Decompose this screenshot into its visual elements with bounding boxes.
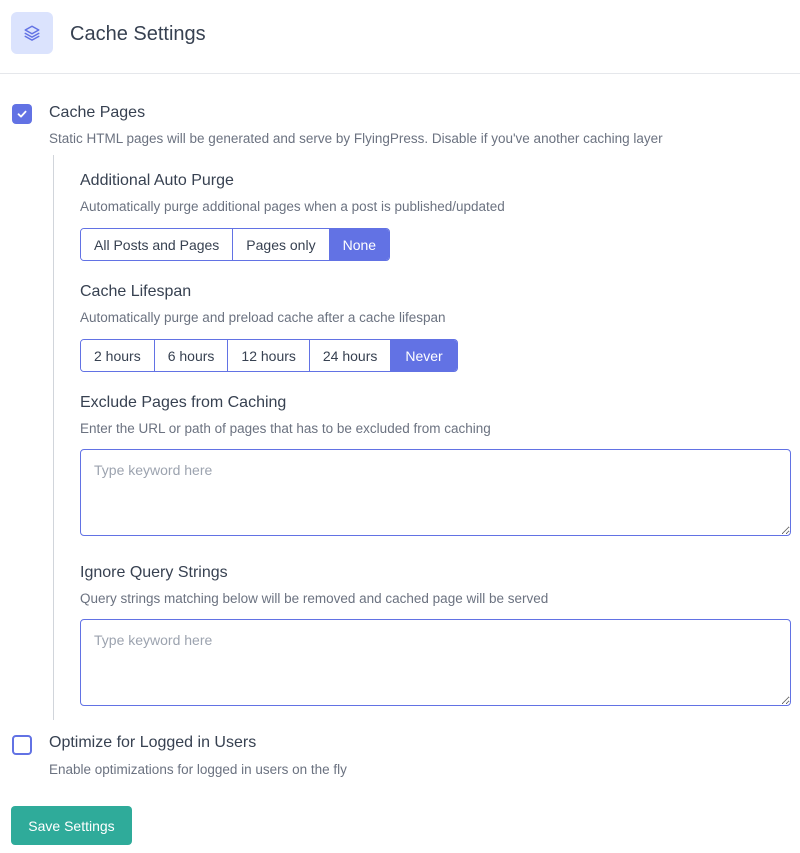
ignore-query-input[interactable] [80,619,791,706]
logged-in-label: Optimize for Logged in Users [49,734,257,751]
cache-pages-checkbox[interactable] [12,104,32,124]
ignore-query-description: Query strings matching below will be rem… [80,591,549,606]
lifespan-option-2h[interactable]: 2 hours [81,340,155,371]
indent-divider [53,155,54,720]
logged-in-description: Enable optimizations for logged in users… [49,762,347,777]
auto-purge-option-pages[interactable]: Pages only [233,229,330,260]
lifespan-label: Cache Lifespan [80,283,192,300]
exclude-pages-input[interactable] [80,449,791,536]
page-title: Cache Settings [70,23,206,45]
auto-purge-option-all[interactable]: All Posts and Pages [81,229,234,260]
lifespan-option-24h[interactable]: 24 hours [309,340,392,371]
ignore-query-label: Ignore Query Strings [80,564,228,581]
lifespan-option-12h[interactable]: 12 hours [228,340,310,371]
auto-purge-description: Automatically purge additional pages whe… [80,199,505,214]
exclude-pages-description: Enter the URL or path of pages that has … [80,421,491,436]
lifespan-description: Automatically purge and preload cache af… [80,310,446,325]
auto-purge-option-none[interactable]: None [329,229,390,260]
lifespan-option-never[interactable]: Never [391,340,457,371]
cache-pages-label: Cache Pages [49,104,146,121]
exclude-pages-label: Exclude Pages from Caching [80,394,287,411]
logged-in-checkbox[interactable] [12,735,32,755]
check-icon [17,110,27,118]
cache-pages-description: Static HTML pages will be generated and … [49,131,663,146]
page-header: Cache Settings [0,0,800,74]
auto-purge-label: Additional Auto Purge [80,172,234,189]
lifespan-options: 2 hours 6 hours 12 hours 24 hours Never [80,339,458,372]
auto-purge-options: All Posts and Pages Pages only None [80,228,391,261]
save-settings-button[interactable]: Save Settings [11,806,132,845]
layers-icon [11,12,53,54]
lifespan-option-6h[interactable]: 6 hours [154,340,229,371]
